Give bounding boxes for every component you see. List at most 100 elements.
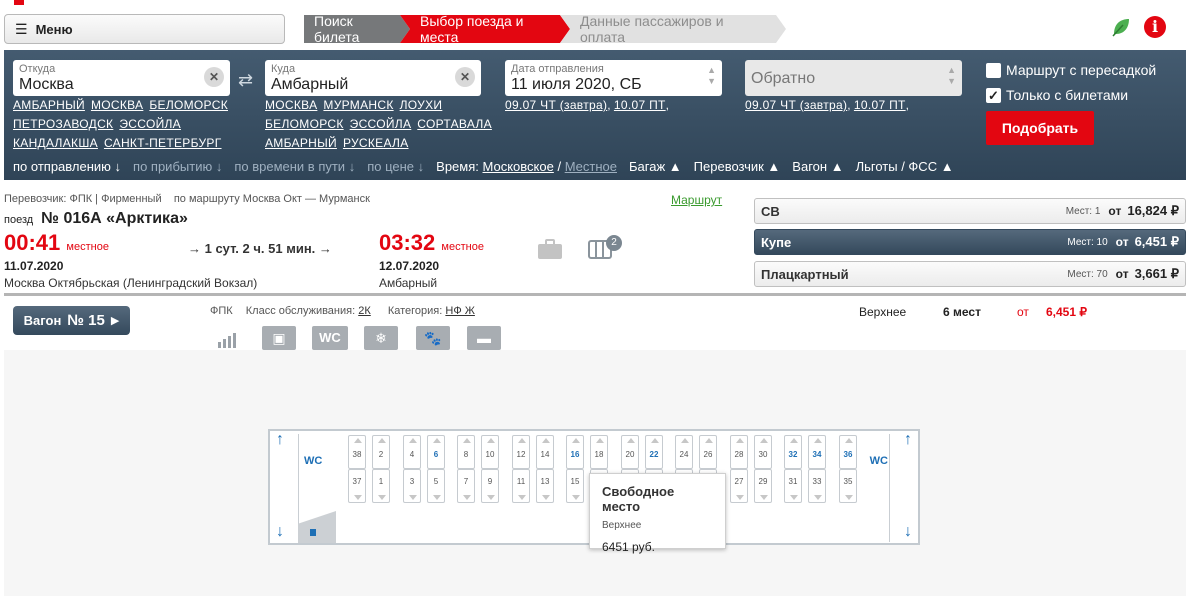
seat-bottom-seat[interactable]: 27 — [730, 469, 748, 503]
seat-top-seat[interactable]: 14 — [536, 435, 554, 469]
seat-bottom-seat[interactable]: 5 — [427, 469, 445, 503]
menu-button[interactable]: ☰ Меню — [4, 14, 285, 44]
seat-arrow-icon — [409, 438, 417, 443]
sort-icon: ↓ — [215, 159, 223, 174]
seat-bottom-seat[interactable]: 7 — [457, 469, 475, 503]
seat-top-seat[interactable]: 2 — [372, 435, 390, 469]
quick-link[interactable]: КАНДАЛАКША — [13, 136, 98, 150]
seat-bottom-seat[interactable]: 11 — [512, 469, 530, 503]
seat-top-seat[interactable]: 18 — [590, 435, 608, 469]
seat-top-seat[interactable]: 26 — [699, 435, 717, 469]
quick-link[interactable]: ЭССОЙЛА — [350, 117, 412, 131]
quick-link[interactable]: ЭССОЙЛА — [119, 117, 181, 131]
filter-benefits[interactable]: Льготы / ФСС ▲ — [856, 159, 954, 174]
return-date-field[interactable]: Обратно ▲ ▼ — [745, 60, 962, 96]
seat-top-seat[interactable]: 8 — [457, 435, 475, 469]
seat-top-seat[interactable]: 4 — [403, 435, 421, 469]
step-search[interactable]: Поиск билета — [304, 15, 410, 43]
from-field[interactable]: Откуда Москва ✕ — [13, 60, 230, 96]
menu-label: Меню — [35, 21, 73, 37]
sort-price[interactable]: по цене ↓ — [367, 159, 424, 174]
checkmark-icon[interactable]: ✓ — [986, 87, 1001, 103]
date-field[interactable]: Дата отправления 11 июля 2020, СБ ▲ ▼ — [505, 60, 722, 96]
search-submit-button[interactable]: Подобрать — [986, 111, 1094, 145]
seat-bottom-seat[interactable]: 37 — [348, 469, 366, 503]
to-field[interactable]: Куда Амбарный ✕ — [265, 60, 481, 96]
class-row-platskart[interactable]: Плацкартный Мест: 70 от 3,661 ₽ — [754, 261, 1186, 287]
quick-date-link[interactable]: 10.07 ПТ — [614, 98, 666, 112]
quick-link[interactable]: БЕЛОМОРСК — [149, 98, 228, 112]
seat-bottom-seat[interactable]: 13 — [536, 469, 554, 503]
seat-top-seat[interactable]: 20 — [621, 435, 639, 469]
clear-to-icon[interactable]: ✕ — [455, 67, 475, 87]
seat-top-seat[interactable]: 6 — [427, 435, 445, 469]
filter-carrier[interactable]: Перевозчик ▲ — [694, 159, 781, 174]
clear-from-icon[interactable]: ✕ — [204, 67, 224, 87]
quick-link[interactable]: АМБАРНЫЙ — [265, 136, 337, 150]
seat-bottom-seat[interactable]: 31 — [784, 469, 802, 503]
class-row-sv[interactable]: СВ Мест: 1 от 16,824 ₽ — [754, 198, 1186, 224]
seat-bottom-seat[interactable]: 29 — [754, 469, 772, 503]
seat-top-seat[interactable]: 34 — [808, 435, 826, 469]
seat-top-seat[interactable]: 24 — [675, 435, 693, 469]
seat-arrow-icon — [790, 438, 798, 443]
quick-date-link[interactable]: 10.07 ПТ — [854, 98, 906, 112]
service-class-link[interactable]: 2К — [358, 305, 371, 317]
quick-link[interactable]: СОРТАВАЛА — [417, 117, 492, 131]
swap-icon[interactable]: ⇄ — [238, 70, 253, 91]
seat-bottom-seat[interactable]: 1 — [372, 469, 390, 503]
sort-departure[interactable]: по отправлению ↓ — [13, 159, 121, 174]
seat-number: 18 — [594, 450, 604, 459]
carrier-line: Перевозчик: ФПК | Фирменный по маршруту … — [4, 193, 370, 205]
quick-link[interactable]: АМБАРНЫЙ — [13, 98, 85, 112]
spinner-icon[interactable]: ▲ ▼ — [947, 65, 956, 87]
quick-link[interactable]: БЕЛОМОРСК — [265, 117, 344, 131]
quick-link[interactable]: МОСКВА — [91, 98, 143, 112]
quick-link[interactable]: МУРМАНСК — [323, 98, 393, 112]
seat-bottom-seat[interactable]: 3 — [403, 469, 421, 503]
quick-link[interactable]: ПЕТРОЗАВОДСК — [13, 117, 113, 131]
seat-top-seat[interactable]: 38 — [348, 435, 366, 469]
seat-bottom-seat[interactable]: 35 — [839, 469, 857, 503]
seat-top-seat[interactable]: 22 — [645, 435, 663, 469]
checkbox-unchecked[interactable] — [986, 62, 1001, 78]
seat-number: 3 — [409, 477, 415, 486]
seat-top-seat[interactable]: 30 — [754, 435, 772, 469]
transfer-checkbox[interactable]: Маршрут с пересадкой — [986, 62, 1156, 78]
filter-baggage[interactable]: Багаж ▲ — [629, 159, 682, 174]
seat-top-seat[interactable]: 10 — [481, 435, 499, 469]
quick-link[interactable]: САНКТ-ПЕТЕРБУРГ — [104, 136, 222, 150]
tickets-only-checkbox[interactable]: ✓ Только с билетами — [986, 87, 1128, 103]
category-link[interactable]: НФ Ж — [445, 305, 475, 317]
seat-top-seat[interactable]: 32 — [784, 435, 802, 469]
info-icon[interactable]: i — [1144, 16, 1166, 38]
time-local-link[interactable]: Местное — [565, 159, 617, 174]
class-seats: Мест: 10 — [1067, 236, 1108, 248]
quick-link[interactable]: ЛОУХИ — [400, 98, 443, 112]
seat-top-seat[interactable]: 28 — [730, 435, 748, 469]
seat-bottom-seat[interactable]: 33 — [808, 469, 826, 503]
sort-travel-time[interactable]: по времени в пути ↓ — [234, 159, 355, 174]
class-row-kupe[interactable]: Купе Мест: 10 от 6,451 ₽ — [754, 229, 1186, 255]
seat-top-seat[interactable]: 36 — [839, 435, 857, 469]
seat-number: 24 — [679, 450, 689, 459]
class-name: Купе — [761, 234, 792, 250]
seat-bottom-seat[interactable]: 9 — [481, 469, 499, 503]
seat-top-seat[interactable]: 12 — [512, 435, 530, 469]
bedding-amenity-icon: ▬ — [467, 326, 501, 350]
spinner-icon[interactable]: ▲ ▼ — [707, 65, 716, 87]
seat-arrow-icon — [378, 495, 386, 500]
sort-arrival[interactable]: по прибытию ↓ — [133, 159, 222, 174]
leaf-icon[interactable] — [1110, 16, 1132, 38]
seat-bottom-seat[interactable]: 15 — [566, 469, 584, 503]
route-link[interactable]: Маршрут — [671, 193, 722, 207]
quick-date-link[interactable]: 09.07 ЧТ (завтра) — [505, 98, 607, 112]
seat-number: 20 — [625, 450, 635, 459]
wagon-select-button[interactable]: Вагон № 15 ▶ — [13, 306, 130, 335]
quick-link[interactable]: МОСКВА — [265, 98, 317, 112]
quick-date-link[interactable]: 09.07 ЧТ (завтра) — [745, 98, 847, 112]
filter-wagon[interactable]: Вагон ▲ — [792, 159, 843, 174]
time-moscow-link[interactable]: Московское — [483, 159, 554, 174]
seat-top-seat[interactable]: 16 — [566, 435, 584, 469]
quick-link[interactable]: РУСКЕАЛА — [343, 136, 409, 150]
